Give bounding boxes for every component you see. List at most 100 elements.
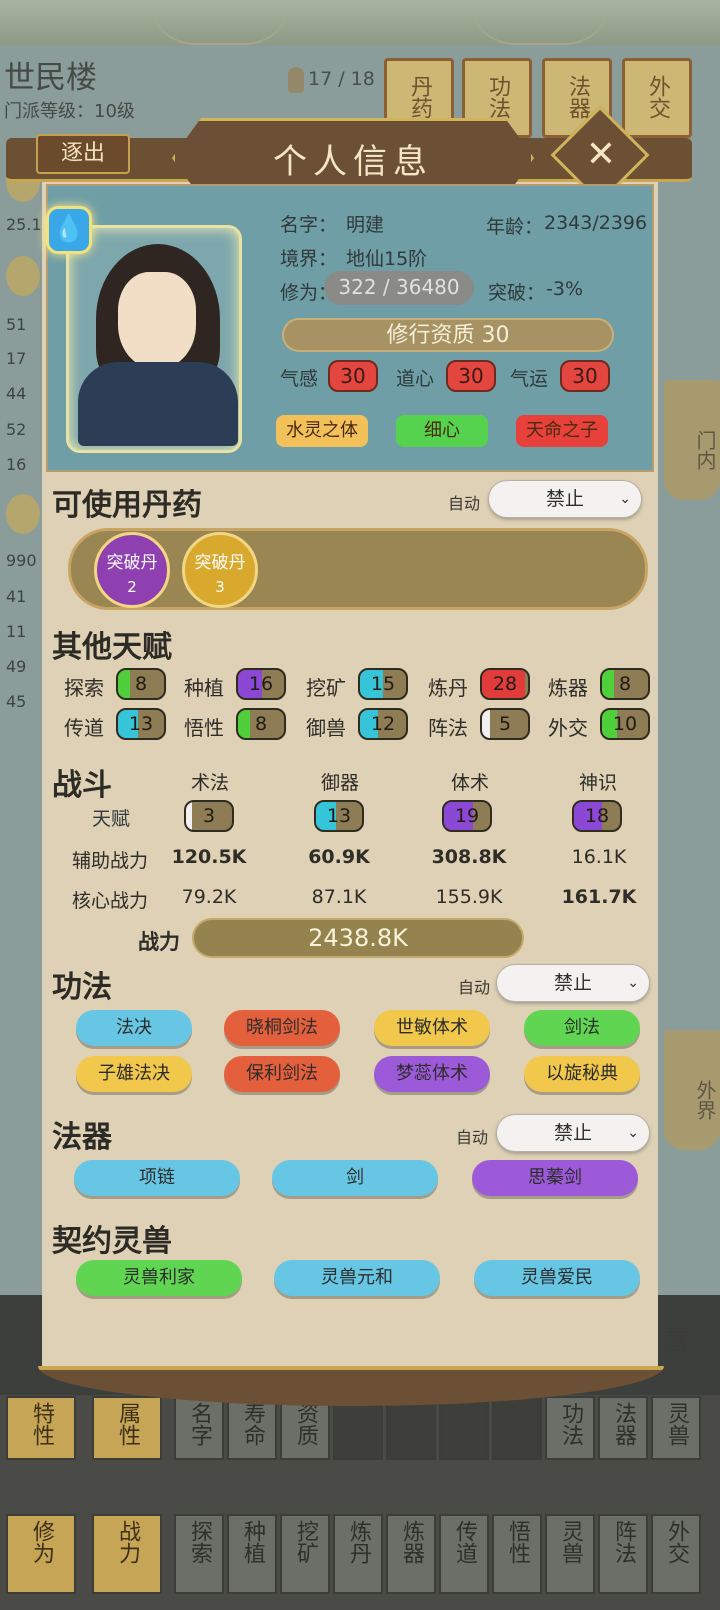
side-tab-label: 外界 <box>693 1080 717 1120</box>
skill-chip[interactable]: 保利剑法 <box>224 1056 340 1092</box>
grid-cell-power[interactable]: 战力 <box>92 1514 162 1594</box>
dropdown-value: 禁止 <box>553 972 592 994</box>
beast-chip[interactable]: 灵兽元和 <box>274 1260 440 1296</box>
pill-item[interactable]: 突破丹 3 <box>182 532 258 608</box>
grid-label: 灵兽 <box>558 1520 583 1564</box>
scroll-tab-diplomacy[interactable]: 外交 <box>622 58 692 138</box>
beast-chip[interactable]: 灵兽爱民 <box>474 1260 640 1296</box>
grid-cell-explore[interactable]: 探索 <box>174 1514 224 1594</box>
pill-name: 突破丹 <box>106 553 158 573</box>
grid-cell-mine[interactable]: 挖矿 <box>280 1514 330 1594</box>
grid-cell-forge[interactable]: 炼器 <box>386 1514 436 1594</box>
talent-label: 炼器 <box>548 676 588 700</box>
grid-cell-trait[interactable]: 特性 <box>6 1396 76 1460</box>
grid-cell-insight[interactable]: 悟性 <box>492 1514 542 1594</box>
grid-cell-attribute[interactable]: 属性 <box>92 1396 162 1460</box>
side-tab-inner[interactable]: 门内 <box>664 380 720 500</box>
grid-cell-skills[interactable]: 功法 <box>545 1396 595 1460</box>
breakthrough-value: -3% <box>546 278 583 300</box>
grid-label: 探索 <box>187 1520 212 1564</box>
side-value: 25.1 <box>6 215 42 234</box>
skill-chip[interactable]: 梦蕊体术 <box>374 1056 490 1092</box>
grid-cell-beasts[interactable]: 灵兽 <box>651 1396 701 1460</box>
side-tab-outer[interactable]: 外界 <box>664 1030 720 1150</box>
scroll-tab-label: 丹药 <box>407 75 432 119</box>
grid-label: 种植 <box>240 1520 265 1564</box>
auto-label: 自动 <box>458 978 491 997</box>
talent-value-bar: 8 <box>236 708 286 740</box>
grid-cell-formation[interactable]: 阵法 <box>598 1514 648 1594</box>
grid-label: 名字 <box>187 1402 212 1446</box>
person-icon <box>288 67 304 93</box>
grid-label: 传道 <box>452 1520 477 1564</box>
talent-label: 探索 <box>64 676 104 700</box>
settings-label[interactable]: 置 <box>664 1320 690 1357</box>
grid-cell-cultivation[interactable]: 修为 <box>6 1514 76 1594</box>
name-value: 明建 <box>346 214 385 236</box>
artifacts-title: 法器 <box>52 1120 112 1155</box>
talent-value-bar: 16 <box>236 668 286 700</box>
skill-chip[interactable]: 子雄法决 <box>76 1056 192 1092</box>
power-label: 战力 <box>138 930 180 954</box>
skills-auto-dropdown[interactable]: 禁止 ⌄ <box>496 964 650 1002</box>
grid-cell-name[interactable]: 名字 <box>174 1396 224 1460</box>
stat-value: 30 <box>446 360 496 392</box>
artifact-chip[interactable]: 项链 <box>74 1160 240 1196</box>
trait-badge[interactable]: 细心 <box>396 415 488 447</box>
skill-chip[interactable]: 晓桐剑法 <box>224 1010 340 1046</box>
pill-item[interactable]: 突破丹 2 <box>94 532 170 608</box>
age-value: 2343/2396 <box>544 212 648 234</box>
portrait-face <box>118 272 196 368</box>
grid-label: 战力 <box>115 1520 140 1564</box>
grid-label: 法器 <box>611 1402 636 1446</box>
grid-cell-lifespan[interactable]: 寿命 <box>227 1396 277 1460</box>
scroll-tab-label: 外交 <box>645 75 670 119</box>
talent-label: 阵法 <box>428 716 468 740</box>
side-value: 41 <box>6 587 27 606</box>
talent-fill <box>602 670 615 698</box>
talent-label: 悟性 <box>184 716 224 740</box>
talent-value-bar: 15 <box>358 668 408 700</box>
stat-label: 气运 <box>510 368 549 390</box>
skill-chip[interactable]: 法决 <box>76 1010 192 1046</box>
scroll-tab-label: 法器 <box>565 75 590 119</box>
grid-cell-artifacts[interactable]: 法器 <box>598 1396 648 1460</box>
grid-cell-diplomacy[interactable]: 外交 <box>651 1514 701 1594</box>
talent-label: 传道 <box>64 716 104 740</box>
grid-cell-alchemy[interactable]: 炼丹 <box>333 1514 383 1594</box>
grid-label: 修为 <box>29 1520 54 1564</box>
artifact-chip[interactable]: 剑 <box>272 1160 438 1196</box>
talent-value: 10 <box>612 713 638 735</box>
battle-talent-value: 19 <box>454 805 480 827</box>
artifact-chip[interactable]: 思蓁剑 <box>472 1160 638 1196</box>
expel-button[interactable]: 逐出 <box>36 134 130 174</box>
talent-fill <box>238 710 251 738</box>
realm-label: 境界： <box>280 248 338 270</box>
talent-fill <box>482 710 490 738</box>
talent-label: 种植 <box>184 676 224 700</box>
talent-value-bar: 8 <box>116 668 166 700</box>
side-value: 44 <box>6 384 27 403</box>
auto-label: 自动 <box>456 1128 489 1147</box>
side-value: 16 <box>6 455 27 474</box>
bird-icon[interactable]: ✕ <box>578 132 624 178</box>
water-drop-icon[interactable]: 💧 <box>46 206 92 254</box>
panel-title: 个人信息 <box>273 142 433 182</box>
talent-label: 炼丹 <box>428 676 468 700</box>
talent-fill <box>118 670 131 698</box>
pills-auto-dropdown[interactable]: 禁止 ⌄ <box>488 480 642 518</box>
grid-cell-teach[interactable]: 传道 <box>439 1514 489 1594</box>
trait-badge[interactable]: 天命之子 <box>516 415 608 447</box>
grid-cell-plant[interactable]: 种植 <box>227 1514 277 1594</box>
grid-label: 特性 <box>29 1402 54 1446</box>
talent-value-bar: 5 <box>480 708 530 740</box>
skill-chip[interactable]: 世敏体术 <box>374 1010 490 1046</box>
artifacts-auto-dropdown[interactable]: 禁止 ⌄ <box>496 1114 650 1152</box>
grid-cell-beast[interactable]: 灵兽 <box>545 1514 595 1594</box>
skill-chip[interactable]: 剑法 <box>524 1010 640 1046</box>
talent-label: 外交 <box>548 716 588 740</box>
skill-chip[interactable]: 以旋秘典 <box>524 1056 640 1092</box>
side-value: 49 <box>6 657 27 676</box>
trait-badge[interactable]: 水灵之体 <box>276 415 368 447</box>
beast-chip[interactable]: 灵兽利家 <box>76 1260 242 1296</box>
